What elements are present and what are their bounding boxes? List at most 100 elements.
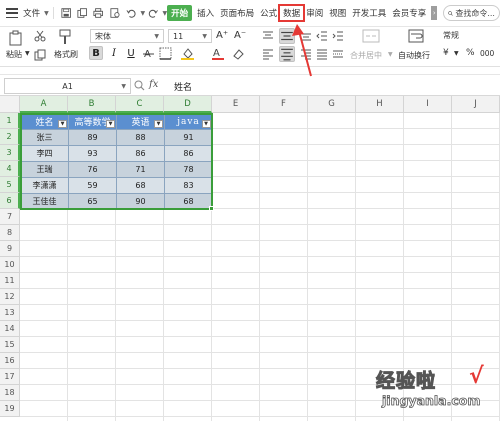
- row-header[interactable]: 7: [0, 209, 20, 225]
- table-cell[interactable]: 89: [68, 129, 117, 146]
- file-menu[interactable]: 文件: [20, 7, 43, 19]
- tab-data[interactable]: 数据: [278, 4, 306, 22]
- tab-formulas[interactable]: 公式: [257, 7, 280, 19]
- indent-decrease-icon[interactable]: [316, 30, 328, 42]
- font-color-icon[interactable]: A: [212, 47, 224, 60]
- column-header[interactable]: C: [116, 96, 164, 113]
- print-preview-icon[interactable]: [110, 7, 120, 19]
- row-header[interactable]: 15: [0, 337, 20, 353]
- format-painter-icon[interactable]: [57, 29, 73, 45]
- wrap-text-label[interactable]: 自动换行: [398, 50, 430, 61]
- percent-button[interactable]: %: [466, 48, 475, 58]
- tab-developer[interactable]: 开发工具: [349, 7, 389, 19]
- row-header[interactable]: 10: [0, 257, 20, 273]
- row-header[interactable]: 12: [0, 289, 20, 305]
- font-size-select[interactable]: 11 ▼: [168, 29, 212, 43]
- search-command-input[interactable]: 查找命令...: [443, 5, 500, 21]
- tab-start[interactable]: 开始: [167, 5, 193, 21]
- bold-button[interactable]: B: [89, 46, 103, 60]
- font-shrink-button[interactable]: A⁻: [234, 30, 246, 41]
- table-cell[interactable]: 59: [68, 177, 117, 194]
- column-header[interactable]: H: [356, 96, 404, 113]
- font-name-select[interactable]: 宋体 ▼: [90, 29, 164, 43]
- merge-center-icon[interactable]: [362, 29, 380, 43]
- border-icon[interactable]: [159, 47, 172, 60]
- indent-increase-icon[interactable]: [332, 30, 344, 42]
- tab-view[interactable]: 视图: [326, 7, 349, 19]
- row-header[interactable]: 6: [0, 193, 20, 209]
- undo-dropdown-icon[interactable]: ▼: [140, 10, 145, 17]
- align-right-icon[interactable]: [300, 48, 312, 60]
- table-cell[interactable]: 张三: [20, 129, 69, 146]
- tab-review[interactable]: 审阅: [303, 7, 326, 19]
- number-format-select[interactable]: 常规: [443, 30, 459, 41]
- table-cell[interactable]: 86: [164, 145, 213, 162]
- filter-dropdown-icon[interactable]: ▼: [154, 120, 163, 128]
- row-header[interactable]: 3: [0, 145, 20, 161]
- table-cell[interactable]: 90: [116, 193, 165, 210]
- row-header[interactable]: 8: [0, 225, 20, 241]
- header-cell-english[interactable]: 英语 ▼: [116, 113, 165, 130]
- more-tabs-icon[interactable]: ›: [431, 6, 438, 20]
- cut-icon[interactable]: [34, 30, 46, 42]
- merge-dropdown-icon[interactable]: ▼: [388, 51, 393, 58]
- format-painter-label[interactable]: 格式刷: [54, 49, 78, 60]
- underline-button[interactable]: U: [124, 46, 138, 60]
- insert-function-icon[interactable]: fx: [149, 79, 158, 90]
- row-header[interactable]: 2: [0, 129, 20, 145]
- table-cell[interactable]: 78: [164, 161, 213, 178]
- font-size-dropdown-icon[interactable]: ▼: [202, 33, 207, 40]
- align-bottom-icon[interactable]: [300, 30, 312, 42]
- row-header[interactable]: 14: [0, 321, 20, 337]
- table-cell[interactable]: 86: [116, 145, 165, 162]
- column-header[interactable]: F: [260, 96, 308, 113]
- table-cell[interactable]: 王佳佳: [20, 193, 69, 210]
- column-header[interactable]: G: [308, 96, 356, 113]
- align-center-button[interactable]: [279, 46, 295, 62]
- table-cell[interactable]: 65: [68, 193, 117, 210]
- select-all-corner[interactable]: [0, 96, 20, 113]
- italic-button[interactable]: I: [107, 46, 121, 60]
- table-cell[interactable]: 李四: [20, 145, 69, 162]
- table-cell[interactable]: 93: [68, 145, 117, 162]
- print-icon[interactable]: [93, 7, 104, 19]
- table-cell[interactable]: 68: [116, 177, 165, 194]
- currency-button[interactable]: ¥: [443, 48, 449, 58]
- paste-dropdown-icon[interactable]: ▼: [25, 50, 30, 57]
- wrap-text-icon[interactable]: [408, 29, 424, 43]
- table-cell[interactable]: 83: [164, 177, 213, 194]
- clear-format-icon[interactable]: [232, 47, 245, 60]
- align-left-icon[interactable]: [262, 48, 274, 60]
- copy-doc-icon[interactable]: [77, 7, 87, 19]
- merge-center-label[interactable]: 合并居中: [350, 50, 382, 61]
- fill-color-icon[interactable]: [181, 47, 194, 60]
- fill-handle[interactable]: [209, 206, 214, 211]
- paste-button-label[interactable]: 粘贴: [6, 49, 22, 60]
- row-header[interactable]: 13: [0, 305, 20, 321]
- copy-icon[interactable]: [34, 49, 46, 61]
- name-box[interactable]: A1 ▼: [4, 78, 131, 94]
- filter-dropdown-icon[interactable]: ▼: [106, 120, 115, 128]
- row-header[interactable]: 5: [0, 177, 20, 193]
- column-header[interactable]: B: [68, 96, 116, 113]
- row-header[interactable]: 11: [0, 273, 20, 289]
- row-header[interactable]: 9: [0, 241, 20, 257]
- row-header[interactable]: 4: [0, 161, 20, 177]
- font-name-dropdown-icon[interactable]: ▼: [154, 33, 159, 40]
- header-cell-name[interactable]: 姓名 ▼: [20, 113, 69, 130]
- column-header[interactable]: I: [404, 96, 452, 113]
- currency-dropdown-icon[interactable]: ▼: [454, 50, 459, 57]
- file-dropdown-icon[interactable]: ▼: [44, 10, 49, 17]
- hamburger-menu-icon[interactable]: [6, 8, 19, 18]
- filter-dropdown-icon[interactable]: ▼: [58, 120, 67, 128]
- save-icon[interactable]: [61, 7, 71, 19]
- row-header[interactable]: 1: [0, 113, 20, 129]
- row-header[interactable]: 19: [0, 401, 20, 417]
- table-cell[interactable]: 71: [116, 161, 165, 178]
- table-cell[interactable]: 68: [164, 193, 213, 210]
- table-cell[interactable]: 91: [164, 129, 213, 146]
- tab-insert[interactable]: 插入: [194, 7, 217, 19]
- align-middle-button[interactable]: [279, 28, 295, 44]
- paste-icon[interactable]: [8, 30, 24, 46]
- formula-input[interactable]: 姓名: [174, 80, 192, 93]
